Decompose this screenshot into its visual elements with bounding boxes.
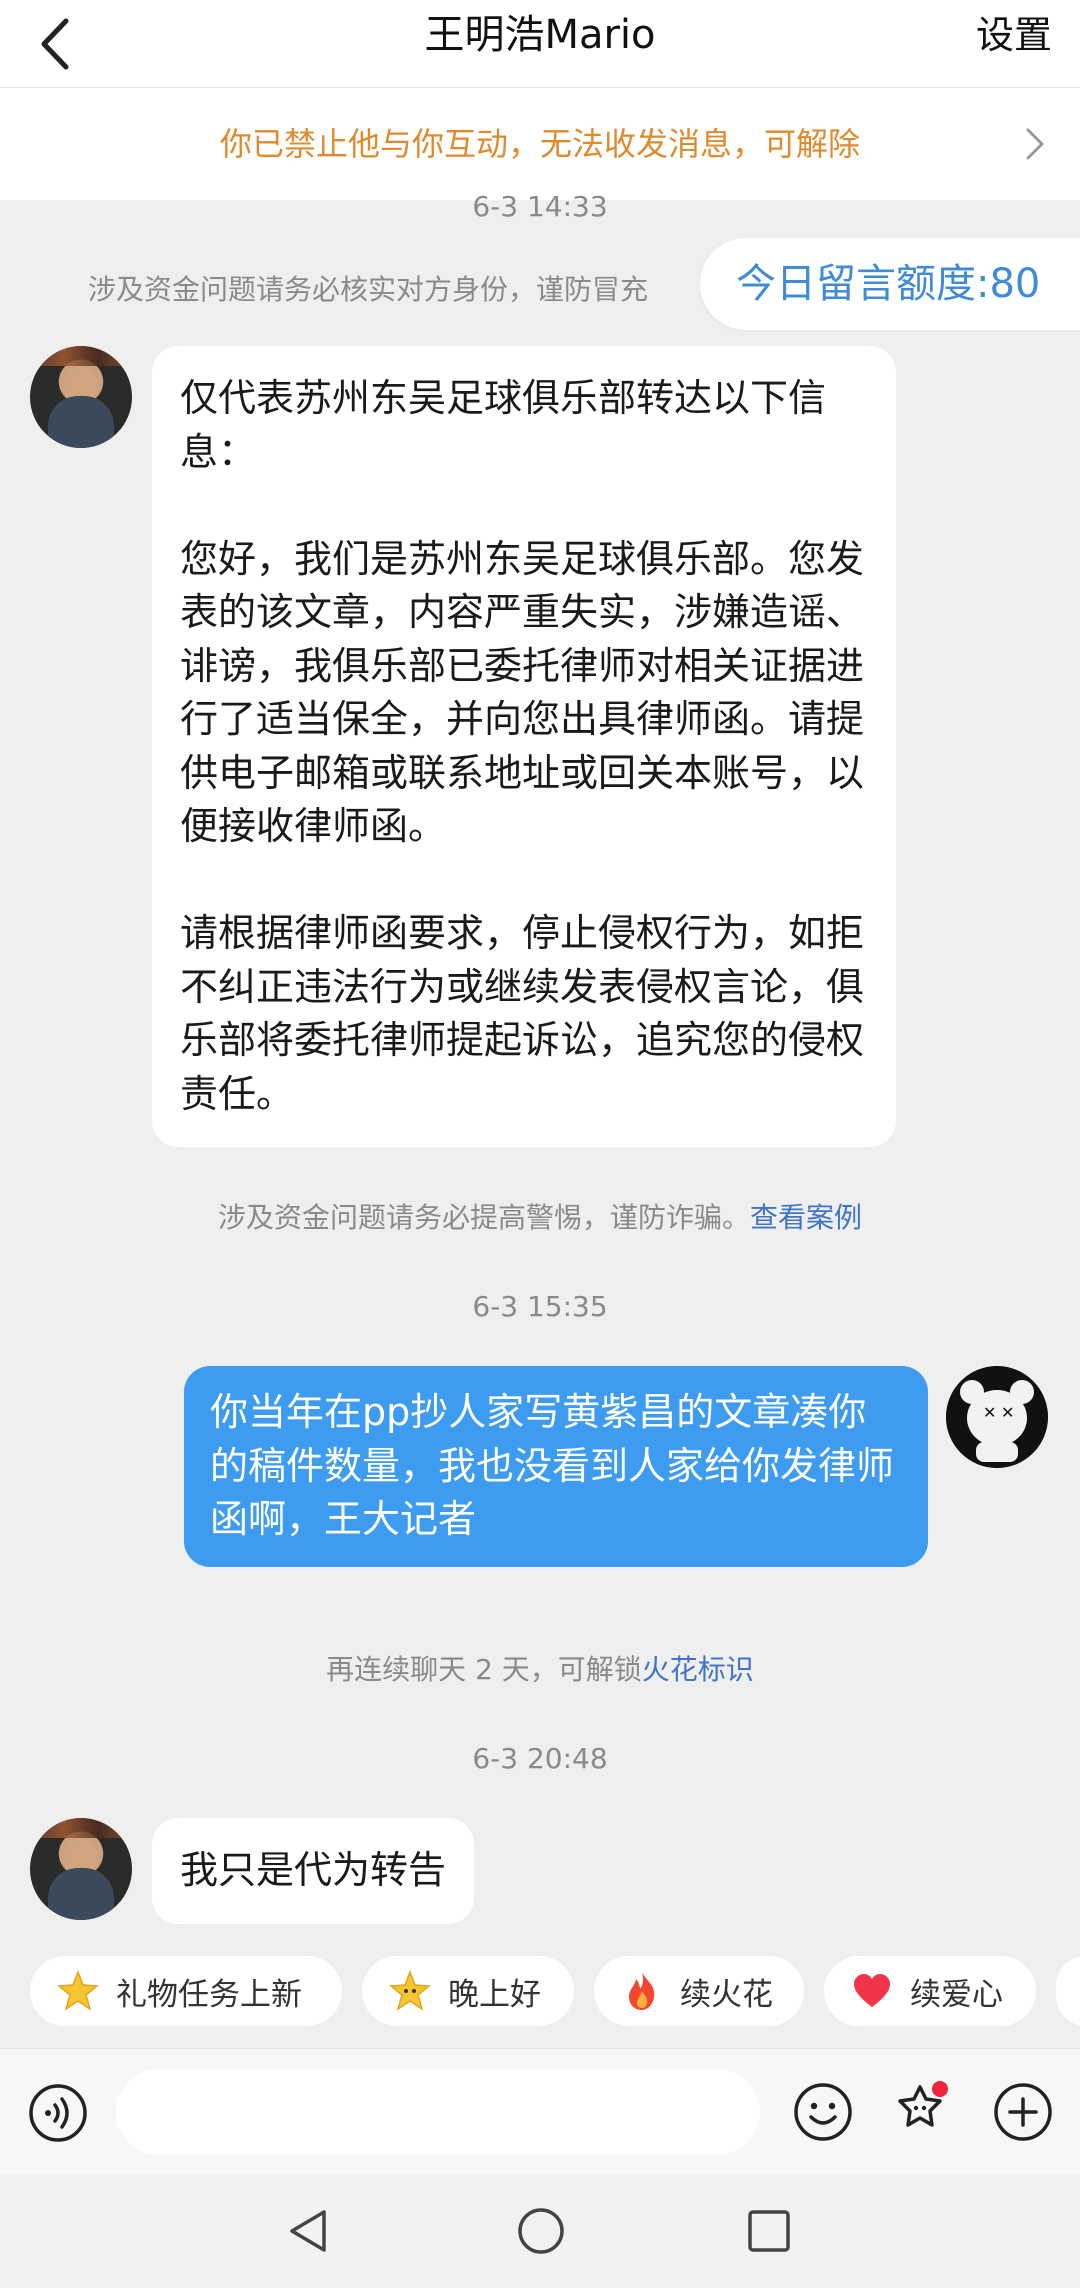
message-text: 仅代表苏州东吴足球俱乐部转达以下信息： 您好，我们是苏州东吴足球俱乐部。您发表的… (180, 376, 865, 1116)
svg-text:✕: ✕ (983, 1403, 996, 1422)
settings-button[interactable]: 设置 (976, 0, 1052, 70)
timestamp: 6-3 20:48 (472, 1742, 608, 1775)
sticker-icon[interactable] (890, 2077, 956, 2143)
block-notice-text: 你已禁止他与你互动，无法收发消息，可解除 (219, 125, 860, 163)
fraud-warning-text: 涉及资金问题请务必提高警惕，谨防诈骗。 (217, 1201, 750, 1234)
spark-badge-link[interactable]: 火花标识 (642, 1653, 754, 1686)
spark-notice-text: 再连续聊天 2 天，可解锁 (326, 1653, 642, 1686)
contact-avatar[interactable] (30, 346, 132, 448)
incoming-message-bubble[interactable]: 仅代表苏州东吴足球俱乐部转达以下信息： 您好，我们是苏州东吴足球俱乐部。您发表的… (152, 346, 896, 1147)
star-icon (56, 1969, 100, 2013)
star-face-icon (388, 1969, 432, 2013)
nav-back-icon[interactable] (284, 2206, 334, 2256)
quick-reply-continue-heart[interactable]: 续爱心 (824, 1956, 1036, 2026)
contact-avatar[interactable] (30, 1818, 132, 1920)
my-avatar[interactable]: ✕ ✕ (946, 1366, 1048, 1468)
heart-icon (850, 1969, 894, 2013)
svg-text:✕: ✕ (1001, 1403, 1014, 1422)
view-cases-link[interactable]: 查看案例 (750, 1201, 862, 1234)
fire-icon (620, 1969, 664, 2013)
nav-recents-icon[interactable] (746, 2208, 792, 2254)
timestamp: 6-3 14:33 (472, 190, 608, 223)
fraud-warning-row: 涉及资金问题请务必提高警惕，谨防诈骗。查看案例 (0, 1196, 1080, 1236)
message-quota-pill[interactable]: 今日留言额度:80 (700, 238, 1080, 330)
voice-input-icon[interactable] (28, 2083, 88, 2143)
quick-reply-good-evening[interactable]: 晚上好 (362, 1956, 574, 2026)
quick-reply-gift-task[interactable]: 礼物任务上新 (30, 1956, 342, 2026)
chip-label: 晚上好 (448, 1976, 541, 2013)
message-text: 你当年在pp抄人家写黄紫昌的文章凑你的稿件数量，我也没看到人家给你发律师函啊，王… (210, 1390, 895, 1541)
chip-label: 续爱心 (910, 1976, 1003, 2013)
chat-title: 王明浩Mario (424, 12, 656, 58)
message-quota-label: 今日留言额度:80 (736, 261, 1041, 307)
chip-label: 续火花 (680, 1976, 773, 2013)
quick-reply-more[interactable] (1056, 1956, 1080, 2026)
outgoing-message-bubble[interactable]: 你当年在pp抄人家写黄紫昌的文章凑你的稿件数量，我也没看到人家给你发律师函啊，王… (184, 1366, 928, 1567)
chevron-right-icon (1014, 124, 1054, 164)
nav-home-icon[interactable] (516, 2206, 566, 2256)
system-nav-bar (0, 2174, 1080, 2288)
chat-header: 王明浩Mario 设置 (0, 0, 1080, 88)
timestamp: 6-3 15:35 (472, 1290, 608, 1323)
spark-notice-row: 再连续聊天 2 天，可解锁火花标识 (0, 1648, 1080, 1688)
incoming-message-bubble[interactable]: 我只是代为转告 (152, 1818, 475, 1924)
message-text: 我只是代为转告 (180, 1848, 447, 1892)
message-input-bar (0, 2048, 1080, 2174)
chip-label: 礼物任务上新 (116, 1976, 302, 2013)
fraud-warning-text: 涉及资金问题请务必核实对方身份，谨防冒充 (88, 273, 649, 306)
quick-reply-continue-spark[interactable]: 续火花 (594, 1956, 804, 2026)
block-notice-banner[interactable]: 你已禁止他与你互动，无法收发消息，可解除 (0, 88, 1080, 200)
message-input[interactable] (116, 2069, 760, 2155)
emoji-icon[interactable] (792, 2081, 854, 2143)
plus-icon[interactable] (992, 2081, 1054, 2143)
